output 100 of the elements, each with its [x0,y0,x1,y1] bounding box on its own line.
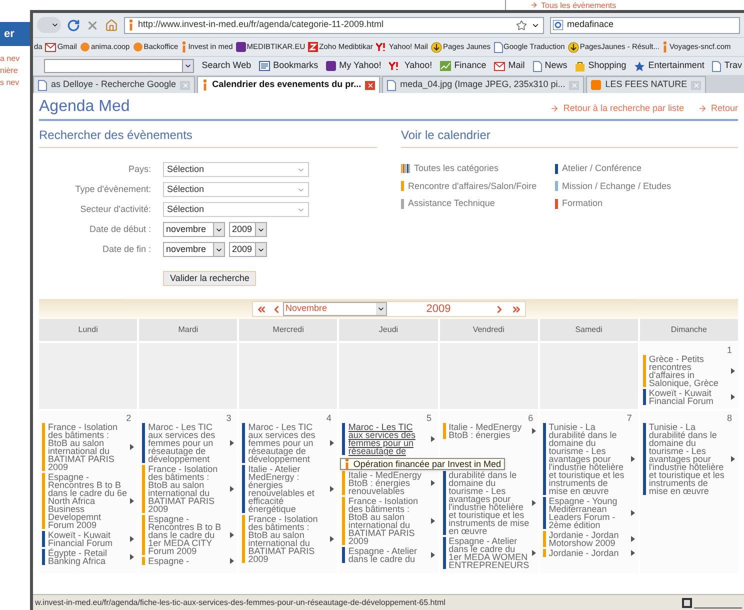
arrow-right-icon [698,104,707,113]
weekday-header: Mardi [139,319,238,341]
event-link[interactable]: Tunisie - La durabilité dans le domaine du tourisme - Les avantages pour l'industrie hôtelière et touristique et les instruments de mise en œuvre [548,423,628,495]
home-icon[interactable] [105,18,118,32]
event-link[interactable]: Égypte - Retail Banking Africa [48,549,128,565]
background-link[interactable]: s nev [0,78,30,88]
event-link[interactable]: Maroc - Les TIC aux services des femmes pour un réseautage de développement [248,423,328,463]
category-link[interactable]: Formation [562,197,603,210]
event-link[interactable]: Italie - Atelier MedEnergy : énergies renouvelables et efficacité énergétique [248,465,328,513]
year-select[interactable]: 2009 [229,222,267,237]
category-link[interactable]: Rencontre d'affaires/Salon/Foire [408,180,537,193]
return-link[interactable]: Retour à la recherche par liste [550,102,684,115]
triangle-icon [630,456,635,462]
select-field[interactable]: Sélection [163,162,309,177]
event-link[interactable]: France - Isolation des bâtiments : BtoB au salon international du BATIMAT PARIS 2009 [248,515,328,563]
page-title: Agenda Med [39,97,130,117]
day-number: 4 [326,413,332,423]
toolbar-item[interactable]: Trav [712,59,742,73]
triangle-icon [430,436,435,442]
event-link[interactable]: France - Isolation des bâtiments : BtoB au salon international du BATIMAT PARIS 2009 [348,497,428,545]
triangle-icon [731,394,735,400]
background-link[interactable]: Tous les évènements [506,0,616,10]
day-number: 7 [626,413,633,423]
caret-icon [376,305,384,313]
info-icon [662,41,668,53]
toolbar-item[interactable]: Mail [494,59,525,73]
last-icon[interactable] [510,304,522,314]
star-icon[interactable] [516,20,527,30]
event-link[interactable]: Jordanie - Jordan Motorshow 2009 [548,531,628,547]
z-logo-icon [308,42,318,52]
day-number: 8 [726,413,733,423]
toolbar-search-field[interactable] [44,59,194,73]
arrow-right-icon [550,104,560,113]
month-select[interactable]: novembre [163,242,225,257]
toolbar-item[interactable]: Yahoo! [389,59,432,73]
tooltip-text: Opération financée par Invest in Med [353,459,502,469]
event-link[interactable]: Espagne - Rencontres B to B dans le cadre du 6e North Africa Business Developemnt Forum 2009 [48,473,128,529]
download-icon [568,42,579,52]
reload-icon[interactable] [67,18,80,32]
category-link[interactable]: Mission / Echange / Etudes [562,180,672,193]
browser-tab[interactable]: as Delloye - Recherche Google [33,76,196,93]
toolbar-item[interactable]: News [532,59,568,73]
toolbar-item[interactable]: Entertainment [634,59,704,73]
day-number: 1 [726,345,733,355]
event-link[interactable]: Koweït - Kuwait Financial Forum [48,531,128,547]
background-link[interactable]: nière [0,66,30,76]
event-link[interactable]: Grèce - Petits rencontres d'affaires in Salonique, Grèce [648,355,728,387]
event-link[interactable]: Tunisie - La durabilité dans le domaine du tourisme - Les avantages pour l'industrie hôtelière et touristique et les instruments de mise en œuvre [648,423,728,495]
category-link[interactable]: Atelier / Conférence [562,162,642,176]
page-icon [387,80,396,90]
event-link[interactable]: Espagne - Atelier dans le cadre du 1er MEDA WOMEN ENTREPRENEURS [448,537,530,569]
background-link[interactable]: a nev [0,54,30,64]
stop-icon[interactable] [86,18,99,32]
toolbar-item[interactable]: My Yahoo! [326,59,382,73]
browser-tab[interactable]: Calendrier des evenements du pr... [197,76,380,93]
toolbar-item[interactable]: Shopping [575,59,626,73]
submit-button[interactable]: Valider la recherche [163,271,256,286]
toolbar-item[interactable]: Finance [440,59,486,73]
event-link[interactable]: Espagne - [148,557,228,565]
event-link[interactable]: France - Isolation des bâtiments : BtoB au salon international du BATIMAT PARIS 2009 [148,465,228,513]
event-link[interactable]: Maroc - Les TIC aux services des femmes pour un réseautage de [348,423,428,455]
page-icon [532,60,542,72]
year-select[interactable]: 2009 [229,242,267,257]
search-field[interactable]: medafinace [550,16,740,34]
triangle-icon [130,536,134,542]
event-link[interactable]: Espagne - Atelier dans le cadre du [348,547,428,563]
multicolor-bars-icon [401,164,410,174]
square-icon [236,42,246,52]
search-value: medafinace [567,18,614,32]
event-link[interactable]: Maroc - Les TIC aux services des femmes pour un réseautage de développement [148,423,228,463]
select-field[interactable]: Sélection [163,202,309,217]
event-link[interactable]: Koweït - Kuwait Financial Forum [648,389,728,405]
browser-tab[interactable]: meda_04.jpg (Image JPEG, 235x310 pi... [382,76,584,93]
event-link[interactable]: Italie - MedEnergy BtoB : énergies renouvelables [348,471,428,495]
event-link[interactable]: Italie - MedEnergy BtoB : énergies [448,423,530,439]
browser-tab[interactable]: LES FEES NATURE [586,76,706,93]
month-select[interactable]: novembre [163,222,225,237]
background-button[interactable]: er [0,22,30,46]
triangle-icon [430,480,435,486]
address-field[interactable]: http://www.invest-in-med.eu/fr/agenda/categorie-11-2009.html [124,16,544,34]
yahoo-icon [376,43,388,51]
event-link[interactable]: France - Isolation des bâtiments : BtoB au salon international du BATIMAT PARIS 2009 [48,423,128,471]
category-link[interactable]: Toutes les catégories [414,162,499,176]
category-link[interactable]: Assistance Technique [408,197,495,210]
first-icon[interactable] [256,304,266,314]
toolbar-item[interactable]: Bookmarks [259,59,318,73]
chart-icon [440,61,452,71]
triangle-icon [230,532,234,538]
event-link[interactable]: durabilité dans le domaine du tourisme - Les avantages pour l'industrie hôtelière et touristique et les instruments de mise en œuvre [448,471,530,535]
month-select[interactable]: Novembre [282,302,386,316]
tab-close-button[interactable] [365,80,376,90]
weekday-header: Jeudi [339,319,438,341]
select-field[interactable]: Sélection [163,182,309,197]
return-link[interactable]: Retour [698,102,738,115]
event-link[interactable]: Jordanie - Jordan [548,549,628,557]
envelope-icon [494,62,506,70]
field-label: Date de fin : [101,242,151,256]
toolbar-item[interactable]: Search Web [202,59,252,73]
event-link[interactable]: Espagne - Young Mediterranean Leaders Forum - 2ème édition [548,497,628,529]
event-link[interactable]: Espagne - Rencontres B to B dans le cadre du 1er MEDA CITY Forum 2009 [148,515,228,555]
